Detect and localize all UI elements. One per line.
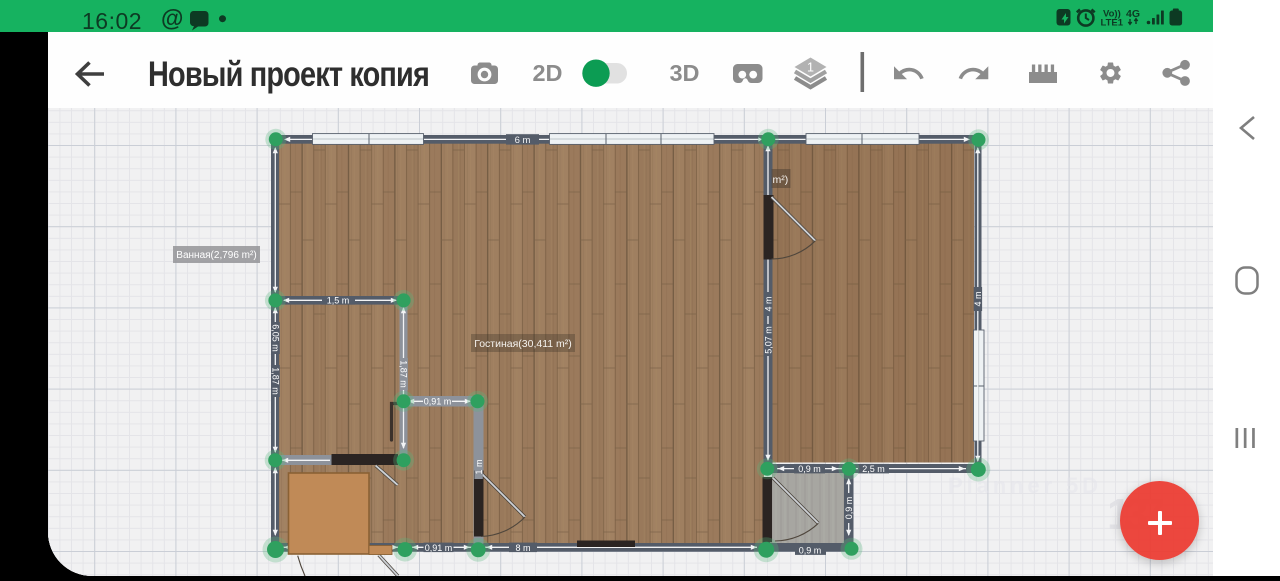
svg-text:6 m: 6 m	[515, 135, 531, 146]
svg-text:0,91 m: 0,91 m	[425, 543, 453, 553]
svg-text:1,5 m: 1,5 m	[327, 296, 350, 306]
svg-text:1,87 m: 1,87 m	[270, 367, 280, 395]
svg-text:2D: 2D	[532, 60, 562, 86]
svg-text:4 m: 4 m	[764, 296, 774, 311]
svg-text:0,9 m: 0,9 m	[844, 497, 854, 520]
svg-text:Ванная(2,796 m²): Ванная(2,796 m²)	[176, 250, 256, 261]
svg-text:0,9 m: 0,9 m	[798, 464, 821, 474]
svg-text:m²): m²)	[773, 174, 789, 186]
svg-text:6,05 m: 6,05 m	[270, 324, 280, 352]
svg-text:2,5 m: 2,5 m	[862, 464, 885, 474]
svg-text:LTE1: LTE1	[1101, 18, 1124, 29]
svg-text:0,9 m: 0,9 m	[799, 546, 822, 556]
svg-text:4 m: 4 m	[973, 291, 983, 306]
svg-text:1 m: 1 m	[474, 459, 484, 474]
svg-text:5,07 m: 5,07 m	[764, 326, 774, 354]
svg-text:@: @	[161, 5, 183, 31]
svg-text:4G: 4G	[1126, 8, 1140, 20]
svg-text:8 m: 8 m	[515, 543, 530, 553]
svg-text:1: 1	[807, 61, 814, 75]
svg-text:0,91 m: 0,91 m	[424, 397, 452, 407]
svg-text:1,87 m: 1,87 m	[398, 360, 408, 388]
svg-text:Гостиная(30,411 m²): Гостиная(30,411 m²)	[474, 338, 572, 350]
svg-text:3D: 3D	[669, 60, 699, 86]
